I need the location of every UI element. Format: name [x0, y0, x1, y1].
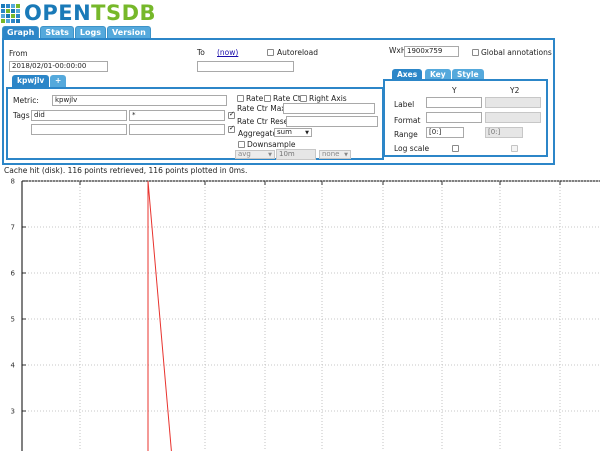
y-logscale-checkbox[interactable] — [452, 145, 459, 152]
downsample-checkbox[interactable] — [238, 141, 245, 148]
autoreload-label: Autoreload — [277, 48, 318, 57]
downsample-interval-input[interactable]: 10m — [276, 149, 316, 160]
downsample-label: Downsample — [247, 140, 296, 149]
aggregator-value: sum — [277, 128, 292, 136]
series-line — [147, 180, 172, 451]
logo-open-text: OPEN — [24, 1, 92, 25]
logo-tsdb-text: TSDB — [91, 1, 157, 25]
right-axis-checkbox[interactable] — [300, 95, 307, 102]
y-range-input[interactable]: [0:] — [426, 127, 464, 138]
tag-value-input-1[interactable]: * — [129, 110, 225, 121]
tab-stats[interactable]: Stats — [40, 26, 74, 38]
rate-ctr-max-input[interactable] — [283, 103, 375, 114]
tags-label: Tags — [13, 111, 30, 120]
y-tick-label: 4 — [11, 362, 16, 370]
autoreload-checkbox[interactable] — [267, 49, 274, 56]
axes-col-y2: Y2 — [510, 86, 520, 95]
chevron-down-icon: ▼ — [305, 130, 309, 136]
global-annotations-label: Global annotations — [481, 48, 552, 57]
axes-logscale-row: Log scale — [394, 144, 430, 153]
downsample-func-value: avg — [238, 150, 251, 158]
global-annotations-checkbox[interactable] — [472, 49, 479, 56]
tag-groupby-checkbox-2[interactable] — [228, 124, 235, 133]
downsample-fill-select[interactable]: none ▼ — [319, 150, 351, 159]
rate-ctr-checkbox[interactable] — [264, 95, 271, 102]
y-tick-label: 7 — [11, 224, 15, 232]
query-tab-kpwjlv[interactable]: kpwjlv — [12, 75, 50, 87]
wxh-input[interactable]: 1900x759 — [404, 46, 459, 57]
from-label: From — [9, 49, 28, 58]
main-tabs: Graph Stats Logs Version — [2, 26, 151, 38]
y-tick-label: 5 — [11, 316, 15, 324]
y-tick-label: 8 — [11, 178, 15, 186]
metric-input[interactable]: kpwjlv — [52, 95, 227, 106]
y-tick-label: 3 — [11, 408, 15, 416]
rate-ctr-max-label: Rate Ctr Max: — [237, 104, 289, 113]
tag-groupby-checkbox-1[interactable] — [228, 110, 235, 119]
query-tab-add[interactable]: + — [50, 75, 67, 87]
metric-label: Metric: — [13, 96, 39, 105]
opentsdb-logo: OPENTSDB — [1, 1, 156, 25]
tab-version[interactable]: Version — [107, 26, 151, 38]
downsample-func-select[interactable]: avg ▼ — [235, 150, 275, 159]
y2-logscale-checkbox[interactable] — [511, 145, 518, 152]
aggregator-select[interactable]: sum ▼ — [274, 128, 312, 137]
to-now-link[interactable]: (now) — [217, 48, 238, 57]
to-label: To — [197, 48, 205, 57]
status-text: Cache hit (disk). 116 points retrieved, … — [4, 166, 248, 175]
y2-range-input[interactable]: [0:] — [485, 127, 523, 138]
y-format-input[interactable] — [426, 112, 482, 123]
y2-label-input[interactable] — [485, 97, 541, 108]
y2-format-input[interactable] — [485, 112, 541, 123]
rate-checkbox[interactable] — [237, 95, 244, 102]
tab-logs[interactable]: Logs — [74, 26, 107, 38]
tag-key-input-1[interactable]: did — [31, 110, 127, 121]
tab-graph[interactable]: Graph — [2, 26, 40, 38]
logo-text: OPENTSDB — [24, 1, 156, 25]
to-input[interactable] — [197, 61, 294, 72]
axes-format-row: Format — [394, 116, 421, 125]
logo-grid-icon — [1, 3, 20, 23]
axes-col-y: Y — [452, 86, 457, 95]
rate-label: Rate — [246, 94, 264, 103]
tag-key-input-2[interactable] — [31, 124, 127, 135]
axes-label-row: Label — [394, 100, 415, 109]
y-tick-label: 6 — [11, 270, 16, 278]
chevron-down-icon: ▼ — [344, 152, 348, 158]
axes-range-row: Range — [394, 130, 418, 139]
graph-svg: 8 7 6 5 4 3 — [11, 178, 600, 451]
from-input[interactable]: 2018/02/01-00:00:00 — [9, 61, 108, 72]
graph-area: 8 7 6 5 4 3 — [0, 176, 600, 451]
rate-ctr-reset-input[interactable] — [286, 116, 378, 127]
chevron-down-icon: ▼ — [268, 152, 272, 158]
metric-panel: Metric: kpwjlv Tags did * Rate Rate Ctr … — [6, 87, 384, 160]
y-label-input[interactable] — [426, 97, 482, 108]
right-axis-label: Right Axis — [309, 94, 347, 103]
tag-value-input-2[interactable] — [129, 124, 225, 135]
downsample-fill-value: none — [322, 150, 340, 158]
axes-panel: Y Y2 Label Format Range [0:] [0:] Log sc… — [383, 79, 548, 157]
